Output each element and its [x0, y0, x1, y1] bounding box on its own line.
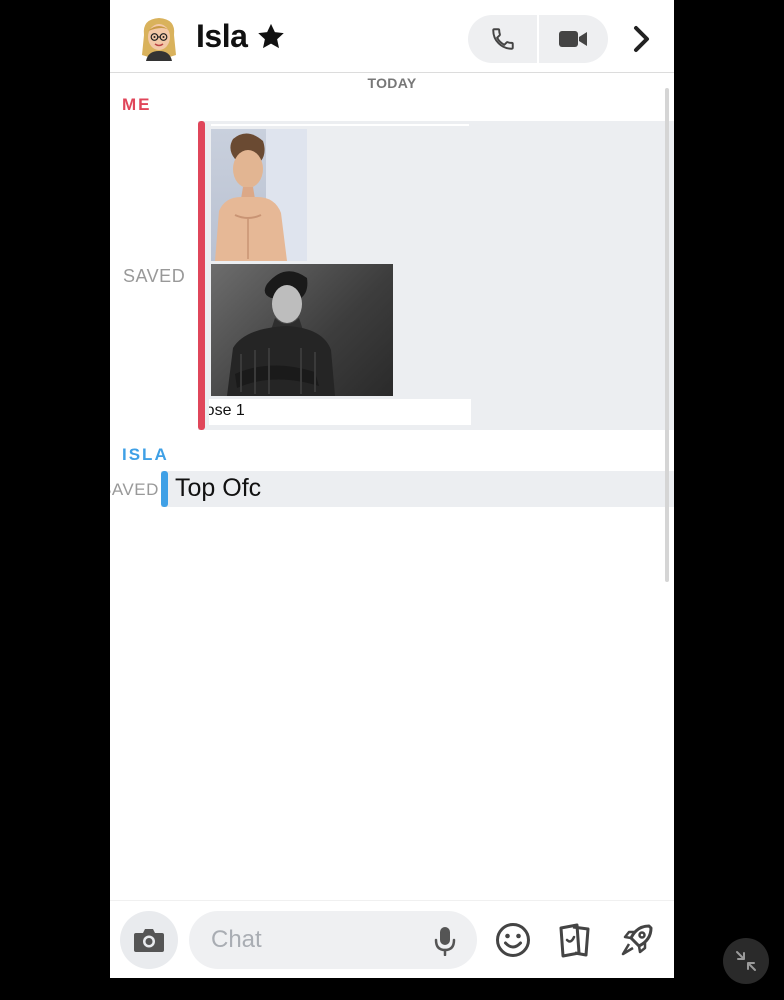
chat-window: Isla TODAY ME SAVED ose 1 ISLA AVED Top … — [110, 0, 674, 978]
video-camera-icon — [559, 31, 587, 47]
chat-header: Isla — [110, 0, 674, 73]
video-call-button[interactable] — [538, 15, 608, 63]
message-accent-bar-isla — [161, 471, 168, 507]
bitmoji-avatar[interactable] — [134, 13, 184, 63]
photo-attachment[interactable] — [211, 264, 393, 396]
sender-label-isla: ISLA — [122, 445, 169, 464]
camera-icon — [134, 929, 164, 952]
smiley-icon[interactable] — [494, 921, 532, 959]
voice-call-button[interactable] — [468, 15, 538, 63]
photo-attachment[interactable] — [211, 129, 307, 261]
card-top-border — [211, 124, 469, 126]
phone-icon — [492, 28, 514, 50]
scrollbar[interactable] — [665, 88, 669, 582]
microphone-icon[interactable] — [433, 926, 457, 957]
contact-name[interactable]: Isla — [196, 18, 248, 55]
saved-label: SAVED — [123, 266, 186, 286]
date-divider: TODAY — [367, 75, 417, 91]
call-button-group — [468, 15, 608, 63]
sender-label-me: ME — [122, 95, 152, 114]
photo-caption: Pose 1 — [209, 399, 471, 425]
chevron-right-icon[interactable] — [626, 22, 656, 56]
star-icon — [256, 22, 286, 52]
rocket-icon[interactable] — [618, 921, 656, 959]
cards-icon[interactable] — [555, 921, 593, 959]
composer-bar — [110, 900, 674, 978]
message-accent-bar-me — [198, 121, 205, 430]
message-text: Top Ofc — [175, 474, 262, 502]
camera-button[interactable] — [120, 911, 178, 969]
minimize-arrows-icon[interactable] — [723, 938, 769, 984]
saved-label: SAVED — [110, 480, 159, 499]
caption-text: Pose 1 — [209, 402, 245, 419]
